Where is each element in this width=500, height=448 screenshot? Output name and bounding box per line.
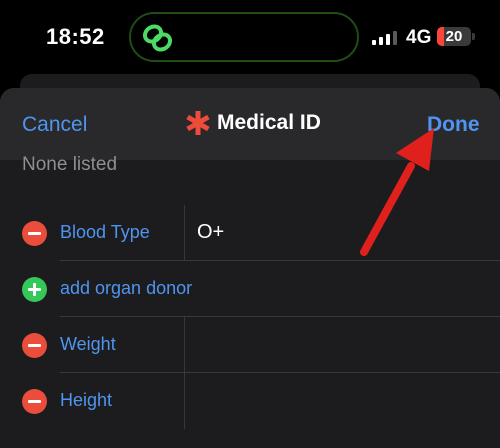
battery-nub xyxy=(472,33,475,40)
dynamic-island[interactable] xyxy=(129,12,359,62)
height-label: Height xyxy=(60,390,113,410)
add-organ-donor-row[interactable]: add organ donor xyxy=(0,261,500,317)
remove-icon[interactable] xyxy=(22,221,47,246)
blood-type-value[interactable]: O+ xyxy=(197,221,224,244)
add-icon[interactable] xyxy=(22,277,47,302)
column-divider xyxy=(184,205,185,261)
blood-type-label: Blood Type xyxy=(60,222,150,242)
column-divider xyxy=(184,317,185,373)
nav-bar: Cancel Medical ID Done xyxy=(0,88,500,160)
done-button[interactable]: Done xyxy=(427,113,480,137)
page-title: Medical ID xyxy=(217,111,321,134)
signal-icon xyxy=(372,31,397,45)
network-type: 4G xyxy=(406,27,432,48)
weight-label: Weight xyxy=(60,334,116,354)
cancel-button[interactable]: Cancel xyxy=(22,113,87,137)
battery-level: 20 xyxy=(445,28,463,45)
remove-icon[interactable] xyxy=(22,333,47,358)
status-bar: 18:52 4G 20 xyxy=(0,0,500,75)
status-time: 18:52 xyxy=(46,24,105,49)
blood-type-row[interactable]: Blood Type O+ xyxy=(0,205,500,261)
column-divider xyxy=(184,373,185,429)
battery-icon: 20 xyxy=(437,27,471,46)
height-row[interactable]: Height xyxy=(0,373,500,429)
title-group: Medical ID xyxy=(185,110,321,136)
none-listed-text: None listed xyxy=(22,154,118,175)
remove-icon[interactable] xyxy=(22,389,47,414)
medical-id-sheet: Cancel Medical ID Done None listed Blood… xyxy=(0,88,500,448)
weight-row[interactable]: Weight xyxy=(0,317,500,373)
add-organ-donor-label[interactable]: add organ donor xyxy=(60,278,192,299)
link-icon xyxy=(142,24,173,52)
medical-asterisk-icon xyxy=(186,111,210,135)
